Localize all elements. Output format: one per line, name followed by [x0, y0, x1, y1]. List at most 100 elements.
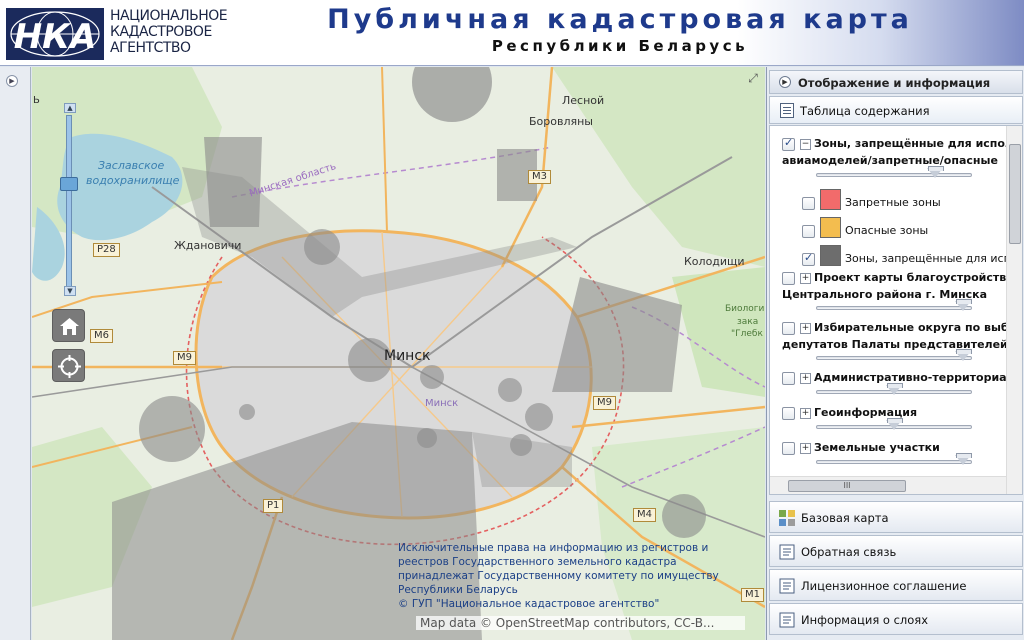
home-button[interactable] — [52, 309, 85, 342]
layer-name: Зоны, запрещённые для испол — [814, 137, 1014, 150]
page-subtitle: Республики Беларусь — [491, 37, 749, 55]
left-panel-collapsed: ▶ — [0, 67, 31, 640]
map-label-minsk: Минск — [384, 348, 431, 364]
sublayer-name: Запретные зоны — [845, 196, 941, 209]
collapse-icon[interactable]: − — [800, 139, 811, 150]
layer-opacity-slider[interactable] — [816, 460, 972, 464]
sublayer-checkbox[interactable] — [802, 225, 815, 238]
layer-opacity-thumb[interactable] — [955, 453, 972, 465]
road-shield-m9-west: M9 — [173, 351, 196, 365]
basemap-icon — [779, 510, 795, 526]
map-label-lesnoy: Лесной — [562, 94, 605, 107]
expand-icon[interactable]: + — [800, 443, 811, 454]
panel-header-title: Отображение и информация — [798, 76, 991, 90]
expand-icon[interactable]: + — [800, 408, 811, 419]
fullscreen-icon[interactable]: ⤢ — [746, 71, 760, 85]
agency-line: КАДАСТРОВОЕ — [110, 24, 212, 40]
layer-name: Избирательные округа по выбо — [814, 321, 1017, 334]
toc-title: Таблица содержания — [800, 104, 930, 118]
map-attribution: Исключительные права на информацию из ре… — [398, 541, 738, 611]
attribution-line: принадлежат Государственному комитету по… — [398, 570, 719, 582]
accordion-label: Обратная связь — [801, 545, 897, 559]
layer-checkbox[interactable] — [782, 407, 795, 420]
map-label-reservoir-2: водохранилище — [86, 174, 180, 187]
toc-horizontal-scrollbar[interactable]: III — [770, 476, 1006, 494]
layer-opacity-thumb[interactable] — [955, 349, 972, 361]
road-shield-m3: M3 — [528, 170, 551, 184]
table-of-contents-icon — [780, 103, 794, 118]
nka-logo: НКА — [6, 8, 104, 60]
map-canvas[interactable]: Лесной Боровляны Заславское водохранилищ… — [32, 67, 765, 640]
layer-name: авиамоделей/запретные/опасные — [782, 154, 998, 167]
legend-swatch — [820, 189, 841, 210]
attribution-line: Республики Беларусь — [398, 584, 518, 596]
map-label-bio-1: Биологи — [725, 304, 765, 314]
layer-checkbox[interactable] — [782, 322, 795, 335]
home-icon — [60, 318, 79, 335]
layer-opacity-slider[interactable] — [816, 356, 972, 360]
accordion-label: Базовая карта — [801, 511, 889, 525]
road-shield-m6: M6 — [90, 329, 113, 343]
accordion-license[interactable]: Лицензионное соглашение — [769, 569, 1023, 601]
layer-checkbox[interactable] — [782, 136, 795, 151]
accordion-label: Информация о слоях — [801, 613, 929, 627]
road-shield-m1: M1 — [741, 588, 764, 602]
agency-line: АГЕНТСТВО — [110, 40, 191, 56]
collapse-panel-icon[interactable]: ▶ — [779, 76, 791, 88]
app-header: НКА НАЦИОНАЛЬНОЕ КАДАСТРОВОЕ АГЕНТСТВО П… — [0, 0, 1024, 66]
svg-text:НКА: НКА — [14, 17, 97, 57]
zoom-slider-handle[interactable] — [60, 176, 78, 191]
zoom-in-arrow[interactable]: ▲ — [64, 103, 76, 113]
map-label-zhdanovichi: Ждановичи — [174, 239, 242, 252]
document-icon — [779, 578, 795, 594]
accordion-label: Лицензионное соглашение — [801, 579, 967, 593]
map-label-reservoir-1: Заславское — [98, 159, 165, 172]
layers-info-icon — [779, 612, 795, 628]
accordion-basemap[interactable]: Базовая карта — [769, 501, 1023, 533]
sublayer-name: Опасные зоны — [845, 224, 929, 237]
layer-opacity-thumb[interactable] — [955, 299, 972, 311]
map-label-edge: Ь — [33, 95, 40, 106]
page-title: Публичная кадастровая карта — [327, 4, 913, 35]
layer-opacity-slider[interactable] — [816, 306, 972, 310]
expand-icon[interactable]: + — [800, 323, 811, 334]
toc-header[interactable]: Таблица содержания — [769, 96, 1023, 124]
agency-name: НАЦИОНАЛЬНОЕ КАДАСТРОВОЕ АГЕНТСТВО — [110, 8, 228, 56]
accordion-layers-info[interactable]: Информация о слоях — [769, 603, 1023, 635]
map-label-minsk-small: Минск — [425, 398, 459, 409]
attribution-line: © ГУП "Национальное кадастровое агентств… — [398, 598, 660, 610]
sublayer-name: Зоны, запрещённые для испол — [845, 252, 1023, 265]
expand-icon[interactable]: + — [800, 373, 811, 384]
road-shield-m9-east: M9 — [593, 396, 616, 410]
panel-header[interactable]: ▶ Отображение и информация — [769, 70, 1023, 94]
road-shield-p1: P1 — [263, 499, 284, 513]
legend-swatch — [820, 245, 841, 266]
sublayer-checkbox[interactable] — [802, 251, 815, 266]
map-label-kolodishchi: Колодищи — [684, 255, 745, 268]
toc-vertical-scrollbar[interactable] — [1006, 126, 1022, 494]
layer-name: депутатов Палаты представителей — [782, 338, 1008, 351]
layer-opacity-thumb[interactable] — [886, 383, 903, 395]
vertical-scroll-thumb[interactable] — [1009, 144, 1021, 244]
zoom-slider-track[interactable] — [66, 115, 72, 287]
agency-line: НАЦИОНАЛЬНОЕ — [110, 8, 228, 24]
horizontal-scroll-thumb[interactable]: III — [788, 480, 906, 492]
zoom-out-arrow[interactable]: ▼ — [64, 286, 76, 296]
layer-name: Административно-территориал — [814, 371, 1015, 384]
locate-button[interactable] — [52, 349, 85, 382]
expand-left-panel-button[interactable]: ▶ — [6, 75, 18, 87]
accordion-feedback[interactable]: Обратная связь — [769, 535, 1023, 567]
layer-opacity-thumb[interactable] — [927, 166, 944, 178]
layer-checkbox[interactable] — [782, 372, 795, 385]
layer-checkbox[interactable] — [782, 272, 795, 285]
layer-name: Проект карты благоустройства — [814, 271, 1014, 284]
toc-layer-list: − Зоны, запрещённые для испол авиамоделе… — [769, 125, 1023, 495]
layer-opacity-thumb[interactable] — [886, 418, 903, 430]
crosshair-icon — [58, 355, 81, 378]
expand-icon[interactable]: + — [800, 273, 811, 284]
sublayer-checkbox[interactable] — [802, 197, 815, 210]
layer-checkbox[interactable] — [782, 442, 795, 455]
layer-opacity-slider[interactable] — [816, 173, 972, 177]
osm-attribution-link[interactable]: Map data © OpenStreetMap contributors, C… — [416, 616, 745, 630]
map-label-bio-3: "Глебк — [731, 329, 763, 339]
